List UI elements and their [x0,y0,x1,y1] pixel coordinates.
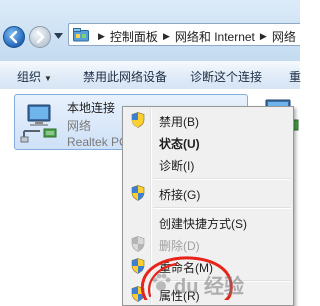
menu-item-diagnose[interactable]: 诊断(I) [125,153,293,175]
menu-item-label: 桥接(G) [159,188,201,202]
command-bar: 组织 ▼ 禁用此网络设备 诊断这个连接 重 [0,60,301,90]
organize-label: 组织 [17,70,42,84]
breadcrumb-network-internet[interactable]: 网络和 Internet [175,28,255,45]
forward-button[interactable] [29,26,51,48]
rename-button[interactable]: 重 [289,68,301,85]
control-panel-icon [73,28,89,42]
breadcrumb-control-panel[interactable]: 控制面板 [110,28,158,45]
back-button[interactable] [3,26,25,48]
menu-item-status[interactable]: 状态(U) [125,131,293,153]
address-field[interactable]: ▶ 控制面板 ▶ 网络和 Internet ▶ 网络 [68,23,300,46]
diagnose-button[interactable]: 诊断这个连接 [190,68,262,85]
menu-separator [153,178,291,180]
menu-item-properties[interactable]: 属性(R) [125,283,293,305]
menu-item-delete[interactable]: 删除(D) [125,233,293,255]
context-menu: 禁用(B) 状态(U) 诊断(I) 桥接(G) 创建快捷方式(S) 删除(D) [122,106,294,306]
breadcrumb: ▶ 控制面板 ▶ 网络和 Internet ▶ 网络 [93,28,296,45]
shield-icon [131,185,145,201]
menu-separator [153,207,291,209]
breadcrumb-separator-icon[interactable]: ▶ [98,31,105,42]
connection-name: 本地连接 [67,101,116,115]
organize-button[interactable]: 组织 ▼ [17,68,52,85]
disable-device-button[interactable]: 禁用此网络设备 [83,68,167,85]
menu-item-label: 重命名(M) [159,261,213,275]
network-adapter-icon [20,104,57,143]
menu-item-label: 删除(D) [159,239,200,253]
menu-item-label: 诊断(I) [159,159,195,173]
breadcrumb-separator-icon[interactable]: ▶ [260,31,267,42]
breadcrumb-separator-icon[interactable]: ▶ [163,31,170,42]
chevron-down-icon: ▼ [44,74,52,83]
arrow-right-icon [36,30,45,44]
menu-item-label: 禁用(B) [159,115,199,129]
menu-item-bridge[interactable]: 桥接(G) [125,182,293,204]
menu-item-create-shortcut[interactable]: 创建快捷方式(S) [125,211,293,233]
menu-item-label: 属性(R) [159,289,200,303]
address-bar-region: ▶ 控制面板 ▶ 网络和 Internet ▶ 网络 [0,0,300,60]
breadcrumb-network-connections[interactable]: 网络 [272,28,296,45]
shield-icon [131,258,145,274]
shield-icon [131,236,145,252]
menu-item-rename[interactable]: 重命名(M) [125,255,293,277]
arrow-left-icon [9,30,18,44]
chevron-down-icon[interactable] [54,33,63,39]
connection-adapter: Realtek PC [67,135,128,149]
menu-separator [153,280,291,282]
shield-icon [131,112,145,128]
connection-network: 网络 [67,119,92,133]
menu-item-label: 创建快捷方式(S) [159,217,247,231]
menu-item-label: 状态(U) [159,137,200,151]
menu-item-disable[interactable]: 禁用(B) [125,109,293,131]
